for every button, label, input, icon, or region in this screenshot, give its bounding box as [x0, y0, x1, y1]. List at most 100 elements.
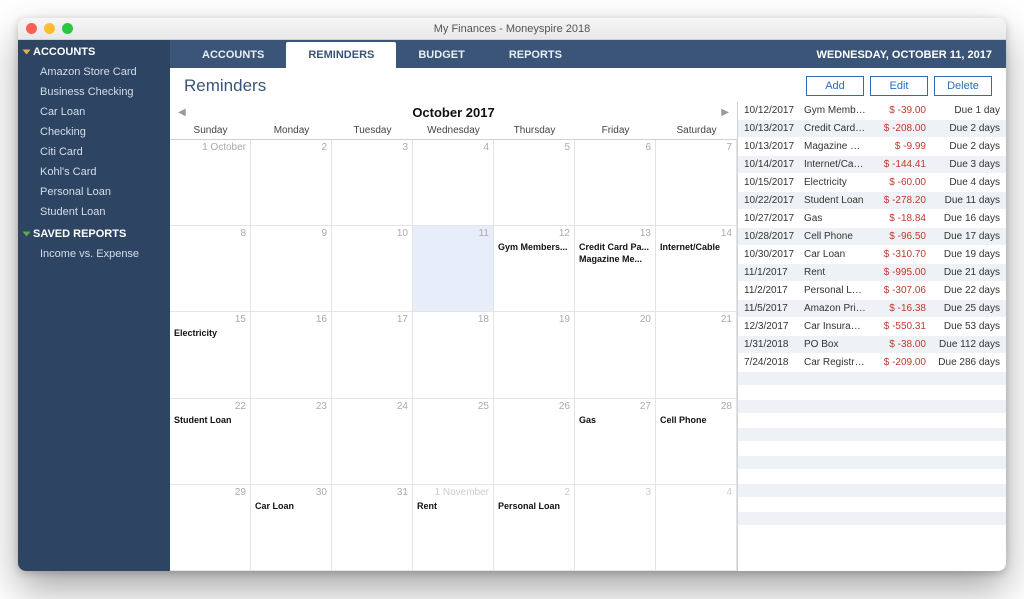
- calendar-cell[interactable]: 12Gym Members...: [494, 226, 575, 312]
- calendar-cell[interactable]: 9: [251, 226, 332, 312]
- tab-reminders[interactable]: REMINDERS: [286, 42, 396, 68]
- reminder-row[interactable]: 11/5/2017Amazon Prime$ -16.38Due 25 days: [738, 300, 1006, 318]
- calendar-cell[interactable]: 10: [332, 226, 413, 312]
- calendar-cell[interactable]: 4: [656, 485, 737, 571]
- empty-row: [738, 512, 1006, 526]
- calendar-cell[interactable]: 29: [170, 485, 251, 571]
- sidebar-item[interactable]: Student Loan: [18, 202, 170, 222]
- calendar-event[interactable]: Rent: [417, 501, 489, 513]
- calendar-cell[interactable]: 3: [575, 485, 656, 571]
- edit-button[interactable]: Edit: [870, 76, 928, 96]
- delete-button[interactable]: Delete: [934, 76, 992, 96]
- day-number: 23: [316, 401, 327, 412]
- reminder-row[interactable]: 10/22/2017Student Loan$ -278.20Due 11 da…: [738, 192, 1006, 210]
- reminder-row[interactable]: 12/3/2017Car Insurance$ -550.31Due 53 da…: [738, 318, 1006, 336]
- calendar-event[interactable]: Credit Card Pa...: [579, 242, 651, 254]
- calendar-cell[interactable]: 5: [494, 140, 575, 226]
- reminder-row[interactable]: 11/2/2017Personal Loan$ -307.06Due 22 da…: [738, 282, 1006, 300]
- calendar-cell[interactable]: 24: [332, 399, 413, 485]
- dayname: Monday: [251, 122, 332, 139]
- calendar-cell[interactable]: 11: [413, 226, 494, 312]
- sidebar-item[interactable]: Checking: [18, 122, 170, 142]
- reminder-row[interactable]: 10/27/2017Gas$ -18.84Due 16 days: [738, 210, 1006, 228]
- reminder-amount: $ -60.00: [872, 177, 926, 188]
- reminder-row[interactable]: 10/12/2017Gym Membership$ -39.00Due 1 da…: [738, 102, 1006, 120]
- calendar-cell[interactable]: 4: [413, 140, 494, 226]
- calendar-cell[interactable]: 16: [251, 312, 332, 398]
- sidebar-section[interactable]: SAVED REPORTS: [18, 222, 170, 244]
- calendar-event[interactable]: Gym Members...: [498, 242, 570, 254]
- calendar-cell[interactable]: 17: [332, 312, 413, 398]
- calendar-cell[interactable]: 6: [575, 140, 656, 226]
- calendar-cell[interactable]: 19: [494, 312, 575, 398]
- calendar-cell[interactable]: 18: [413, 312, 494, 398]
- calendar-cell[interactable]: 22Student Loan: [170, 399, 251, 485]
- reminder-date: 10/13/2017: [744, 141, 798, 152]
- calendar-cell[interactable]: 2: [251, 140, 332, 226]
- reminder-due: Due 11 days: [932, 195, 1000, 206]
- reminder-name: Gas: [804, 213, 866, 224]
- calendar-cell[interactable]: 15Electricity: [170, 312, 251, 398]
- tab-budget[interactable]: BUDGET: [396, 42, 486, 68]
- reminder-due: Due 112 days: [932, 339, 1000, 350]
- calendar-cell[interactable]: 8: [170, 226, 251, 312]
- sidebar-item[interactable]: Citi Card: [18, 142, 170, 162]
- calendar-cell[interactable]: 28 Cell Phone: [656, 399, 737, 485]
- calendar-cell[interactable]: 21: [656, 312, 737, 398]
- sidebar-item[interactable]: Amazon Store Card: [18, 62, 170, 82]
- calendar-event[interactable]: Personal Loan: [498, 501, 570, 513]
- empty-row: [738, 456, 1006, 470]
- calendar-cell[interactable]: 13Credit Card Pa...Magazine Me...: [575, 226, 656, 312]
- calendar-event[interactable]: Student Loan: [174, 415, 246, 427]
- calendar-cell[interactable]: 2Personal Loan: [494, 485, 575, 571]
- calendar-cell[interactable]: 7: [656, 140, 737, 226]
- day-number: 3: [645, 487, 651, 498]
- reminder-row[interactable]: 10/30/2017Car Loan$ -310.70Due 19 days: [738, 246, 1006, 264]
- calendar-cell[interactable]: 30Car Loan: [251, 485, 332, 571]
- calendar-event[interactable]: Internet/Cable: [660, 242, 732, 254]
- sidebar-section[interactable]: ACCOUNTS: [18, 40, 170, 62]
- tab-accounts[interactable]: ACCOUNTS: [180, 42, 286, 68]
- add-button[interactable]: Add: [806, 76, 864, 96]
- calendar-cell[interactable]: 3: [332, 140, 413, 226]
- reminder-row[interactable]: 10/13/2017Credit Card Payment$ -208.00Du…: [738, 120, 1006, 138]
- day-number: 4: [483, 142, 489, 153]
- calendar-cell[interactable]: 1 NovemberRent: [413, 485, 494, 571]
- reminder-row[interactable]: 10/14/2017Internet/Cable$ -144.41Due 3 d…: [738, 156, 1006, 174]
- sidebar-item[interactable]: Personal Loan: [18, 182, 170, 202]
- empty-row: [738, 414, 1006, 428]
- reminder-due: Due 3 days: [932, 159, 1000, 170]
- calendar-cell[interactable]: 31: [332, 485, 413, 571]
- reminder-date: 11/1/2017: [744, 267, 798, 278]
- calendar-event[interactable]: Cell Phone: [660, 415, 732, 427]
- calendar-cell[interactable]: 20: [575, 312, 656, 398]
- calendar-event[interactable]: Car Loan: [255, 501, 327, 513]
- reminder-row[interactable]: 10/28/2017Cell Phone$ -96.50Due 17 days: [738, 228, 1006, 246]
- reminder-row[interactable]: 11/1/2017Rent$ -995.00Due 21 days: [738, 264, 1006, 282]
- calendar-event[interactable]: Gas: [579, 415, 651, 427]
- sidebar-item[interactable]: Income vs. Expense: [18, 244, 170, 264]
- tab-reports[interactable]: REPORTS: [487, 42, 584, 68]
- sidebar-item[interactable]: Kohl's Card: [18, 162, 170, 182]
- calendar-next-button[interactable]: ▶: [721, 107, 729, 118]
- calendar-cell[interactable]: 23: [251, 399, 332, 485]
- day-number: 28: [721, 401, 732, 412]
- reminder-amount: $ -307.06: [872, 285, 926, 296]
- calendar-cell[interactable]: 14Internet/Cable: [656, 226, 737, 312]
- sidebar-item[interactable]: Car Loan: [18, 102, 170, 122]
- reminder-row[interactable]: 1/31/2018PO Box$ -38.00Due 112 days: [738, 336, 1006, 354]
- calendar-prev-button[interactable]: ◀: [178, 107, 186, 118]
- calendar-cell[interactable]: 27Gas: [575, 399, 656, 485]
- calendar-cell[interactable]: 1 October: [170, 140, 251, 226]
- dayname: Saturday: [656, 122, 737, 139]
- dayname: Tuesday: [332, 122, 413, 139]
- sidebar-item[interactable]: Business Checking: [18, 82, 170, 102]
- reminder-row[interactable]: 7/24/2018Car Registration$ -209.00Due 28…: [738, 354, 1006, 372]
- calendar-event[interactable]: Electricity: [174, 328, 246, 340]
- calendar-cell[interactable]: 26: [494, 399, 575, 485]
- reminder-row[interactable]: 10/13/2017Magazine Membership$ -9.99Due …: [738, 138, 1006, 156]
- reminder-row[interactable]: 10/15/2017Electricity$ -60.00Due 4 days: [738, 174, 1006, 192]
- empty-row: [738, 372, 1006, 386]
- calendar-event[interactable]: Magazine Me...: [579, 254, 651, 266]
- calendar-cell[interactable]: 25: [413, 399, 494, 485]
